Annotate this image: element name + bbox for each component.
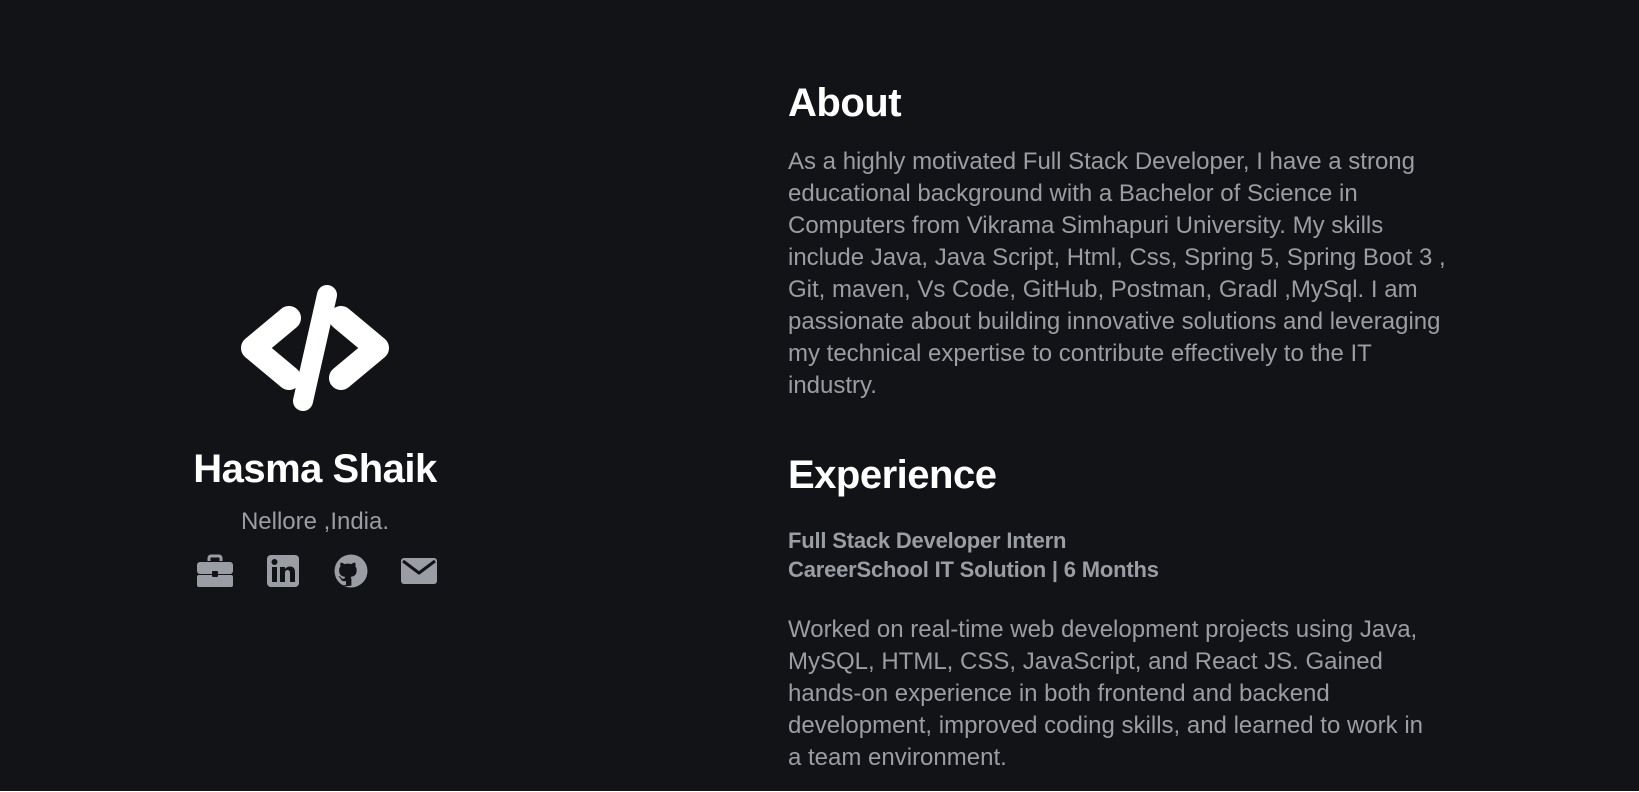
- job-company-duration: CareerSchool IT Solution | 6 Months: [788, 557, 1159, 582]
- job-heading: Full Stack Developer Intern CareerSchool…: [788, 526, 1478, 584]
- about-section: About As a highly motivated Full Stack D…: [788, 78, 1478, 402]
- portfolio-page: Hasma Shaik Nellore ,India. About As a h…: [0, 0, 1639, 792]
- github-icon: [334, 554, 368, 588]
- profile-name: Hasma Shaik: [193, 447, 437, 491]
- about-text: As a highly motivated Full Stack Develop…: [788, 148, 1446, 399]
- email-link[interactable]: [400, 554, 438, 588]
- job-role: Full Stack Developer Intern: [788, 528, 1067, 553]
- about-title: About: [788, 81, 902, 125]
- envelope-icon: [401, 558, 437, 584]
- profile-location: Nellore ,India.: [240, 508, 390, 535]
- code-icon: [241, 285, 389, 411]
- linkedin-icon: [267, 555, 299, 587]
- portfolio-link[interactable]: [196, 554, 234, 588]
- social-links: [150, 554, 480, 588]
- experience-title: Experience: [788, 453, 997, 497]
- briefcase-icon: [197, 554, 233, 587]
- profile-card: Hasma Shaik Nellore ,India.: [150, 285, 480, 588]
- experience-section: Experience Full Stack Developer Intern C…: [788, 450, 1478, 774]
- github-link[interactable]: [332, 554, 370, 588]
- main-content: About As a highly motivated Full Stack D…: [788, 78, 1478, 774]
- linkedin-link[interactable]: [264, 554, 302, 588]
- job-description: Worked on real-time web development proj…: [788, 616, 1424, 771]
